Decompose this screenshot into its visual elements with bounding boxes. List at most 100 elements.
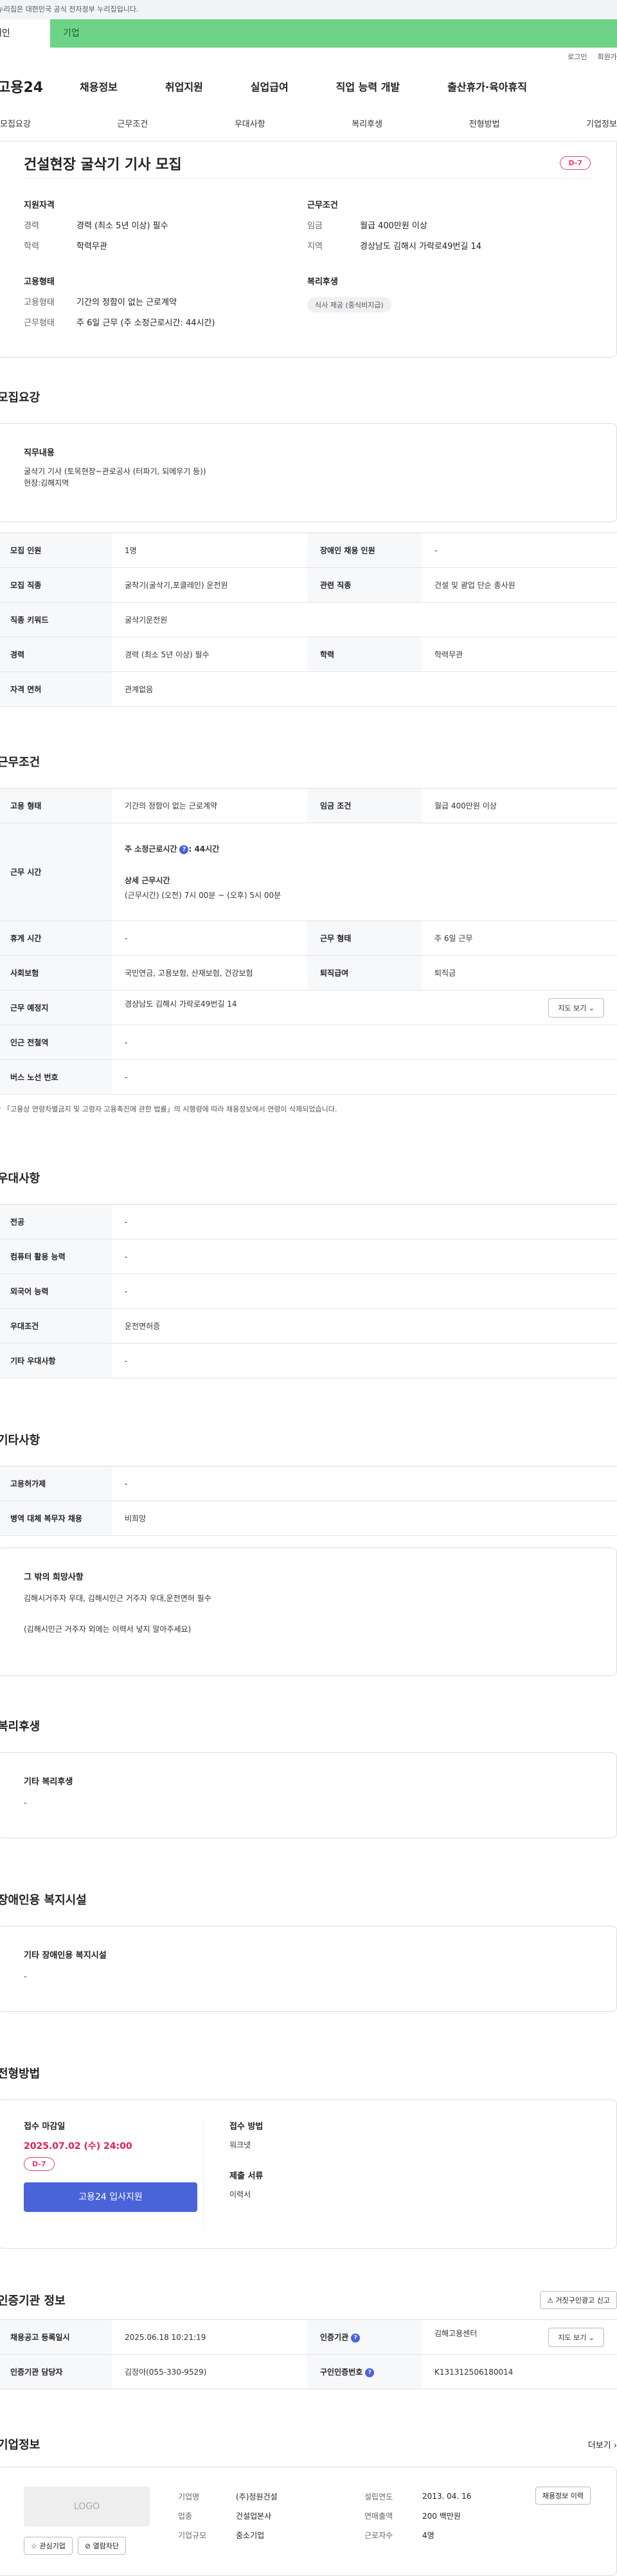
company-more-label: 더보기 xyxy=(587,2440,611,2451)
gnb-skill-dev[interactable]: 직업 능력 개발 xyxy=(336,78,400,94)
recruit-title: 모집요강 xyxy=(0,391,40,405)
cell-label: 학력 xyxy=(307,637,422,672)
apply-button[interactable]: 고용24 입사지원 xyxy=(24,2182,197,2212)
job-title: 건설현장 굴삭기 기사 모집 xyxy=(24,156,182,173)
gnb-jobs[interactable]: 채용정보 xyxy=(80,78,118,94)
tab-company[interactable]: 기업 xyxy=(50,19,617,48)
info-icon[interactable]: ? xyxy=(351,2333,361,2343)
info-label: 근로자수 xyxy=(364,2530,393,2540)
emp-title: 고용형태 xyxy=(24,277,55,287)
cell-value: 경상남도 김해시 가락로49번길 14 지도 보기 ⌄ xyxy=(112,990,617,1025)
duty-label: 직무내용 xyxy=(24,448,55,458)
snb-pref[interactable]: 우대사항 xyxy=(235,117,265,129)
signup-link[interactable]: 회원가입 xyxy=(598,48,617,67)
qual-value: 학력무관 xyxy=(76,242,107,251)
agency-map-button[interactable]: 지도 보기 ⌄ xyxy=(548,2327,604,2347)
info-label: 설립연도 xyxy=(364,2492,393,2501)
cell-value: - xyxy=(112,1239,617,1274)
snb-recruit[interactable]: 모집요강 xyxy=(0,117,31,129)
other-wishes-line: 김해시거주자 우대, 김해시인근 거주자 우대,운전면허 필수 xyxy=(24,1594,211,1603)
cell-value: 비희망 xyxy=(112,1501,617,1536)
info-icon[interactable]: ? xyxy=(365,2368,375,2377)
cell-label: 고용 형태 xyxy=(0,788,112,823)
report-fake-ad-button[interactable]: ⚠ 거짓구인광고 신고 xyxy=(540,2291,617,2309)
disabled-value: - xyxy=(24,1972,27,1981)
hours-cell: 주 소정근로시간?: 44시간 상세 근무시간 (근무시간) (오전) 7시 0… xyxy=(112,823,617,921)
info-icon[interactable]: ? xyxy=(179,845,189,854)
cond-label: 임금 xyxy=(307,221,323,231)
cell-value: - xyxy=(112,1059,617,1095)
cell-label: 인증기관? xyxy=(307,2319,422,2355)
cond-title: 근무조건 xyxy=(307,201,338,210)
cell-value: - xyxy=(112,1274,617,1309)
dday-badge: D-7 xyxy=(24,2157,55,2171)
cell-value: - xyxy=(112,920,307,956)
cell-label: 근무 시간 xyxy=(0,823,112,921)
emp-value: 기간의 정함이 없는 근로계약 xyxy=(76,298,177,307)
snb-benefit[interactable]: 복리후생 xyxy=(352,117,382,129)
company-info: 기업명 (주)정원건설 설립연도 2013. 04. 16 업종 건설업본사 연매출액 20… xyxy=(178,2487,535,2556)
pref-table: 전공 - 컴퓨터 활용 능력 - 외국어 능력 - 우대조건 운전면허증 기타 우대사항… xyxy=(0,1204,617,1378)
cell-value: 경력 (최소 5년 이상) 필수 xyxy=(112,637,307,672)
gnb-parental-leave[interactable]: 출산휴가·육아휴직 xyxy=(447,78,527,94)
welfare-chip: 식사 제공 (중식비지급) xyxy=(307,297,391,313)
report-icon: ⚠ xyxy=(547,2296,554,2305)
info-label: 기업규모 xyxy=(178,2530,207,2540)
cell-label: 외국어 능력 xyxy=(0,1274,112,1309)
gov-banner: 이 누리집은 대한민국 공식 전자정부 누리집입니다. xyxy=(0,0,617,19)
cell-value: 퇴직금 xyxy=(422,955,617,991)
util-nav: 로그인 회원가입 xyxy=(0,48,617,67)
favorite-company-button[interactable]: ☆ 관심기업 xyxy=(24,2537,73,2555)
cell-value: - xyxy=(422,533,617,568)
top-tabs: 개인 기업 xyxy=(0,19,617,48)
cell-label: 휴게 시간 xyxy=(0,920,112,956)
disabled-box: 기타 장애인용 복지시설 - xyxy=(0,1926,617,2012)
cell-label: 버스 노선 번호 xyxy=(0,1059,112,1095)
cell-value: 월급 400만원 이상 xyxy=(422,788,617,823)
info-label: 연매출액 xyxy=(364,2511,393,2521)
cell-label: 채용공고 등록일시 xyxy=(0,2319,112,2355)
other-wishes-box: 그 밖의 희망사항 김해시거주자 우대, 김해시인근 거주자 우대,운전면허 필… xyxy=(0,1548,617,1676)
agency-table: 채용공고 등록일시 2025.06.18 10:21:19 인증기관? 김해고용센터 지… xyxy=(0,2319,617,2389)
cell-value: 학력무관 xyxy=(422,637,617,672)
login-link[interactable]: 로그인 xyxy=(568,48,587,67)
cell-label: 인증기관 담당자 xyxy=(0,2354,112,2389)
cell-value: - xyxy=(112,1204,617,1239)
job-summary-card: 건설현장 굴삭기 기사 모집 D-7 지원자격 경력 경력 (최소 5년 이상) … xyxy=(0,142,617,358)
cell-label: 구인인증번호? xyxy=(307,2354,422,2389)
map-button[interactable]: 지도 보기 ⌄ xyxy=(548,998,604,1018)
info-value: 2013. 04. 16 xyxy=(422,2492,472,2501)
cell-value: 관계없음 xyxy=(112,671,617,707)
benefit-title: 복리후생 xyxy=(0,1720,40,1733)
duty-line: 현장:김해지역 xyxy=(24,479,69,488)
snb-work[interactable]: 근무조건 xyxy=(117,117,148,129)
info-label: 기업명 xyxy=(178,2492,200,2501)
site-logo[interactable]: 고용24 xyxy=(0,76,80,96)
tab-personal[interactable]: 개인 xyxy=(0,19,50,48)
hiring-history-button[interactable]: 채용정보 이력 xyxy=(535,2487,591,2505)
cell-value: 운전면허증 xyxy=(112,1308,617,1344)
snb-company[interactable]: 기업정보 xyxy=(586,117,617,129)
agency-map-label: 지도 보기 xyxy=(558,2333,587,2342)
cell-value: K131312506180014 xyxy=(422,2354,617,2389)
cell-value: - xyxy=(112,1025,617,1060)
cell-value: 2025.06.18 10:21:19 xyxy=(112,2319,307,2355)
company-more-link[interactable]: 더보기 › xyxy=(588,2438,617,2451)
map-button-label: 지도 보기 xyxy=(558,1003,587,1012)
company-logo: LOGO xyxy=(24,2487,150,2526)
cell-label: 기타 우대사항 xyxy=(0,1343,112,1378)
welfare-title: 복리후생 xyxy=(307,277,338,287)
gnb-unemployment-benefit[interactable]: 실업급여 xyxy=(251,78,289,94)
cell-value: 굴착기(굴삭기,포클레인) 운전원 xyxy=(112,567,307,603)
chevron-right-icon: › xyxy=(613,2440,617,2451)
cell-value: 굴삭기운전원 xyxy=(112,602,617,637)
cell-label: 경력 xyxy=(0,637,112,672)
block-company-button[interactable]: ⊘ 열람차단 xyxy=(77,2537,127,2555)
gnb-employment-support[interactable]: 취업지원 xyxy=(165,78,203,94)
cell-value: - xyxy=(112,1466,617,1501)
info-value: 중소기업 xyxy=(236,2530,265,2540)
block-icon: ⊘ xyxy=(84,2542,91,2550)
work-table: 고용 형태 기간의 정함이 없는 근로계약 임금 조건 월급 400만원 이상 근무 … xyxy=(0,788,617,1095)
deadline-label: 접수 마감일 xyxy=(24,2122,66,2132)
snb-selection[interactable]: 전형방법 xyxy=(469,117,500,129)
